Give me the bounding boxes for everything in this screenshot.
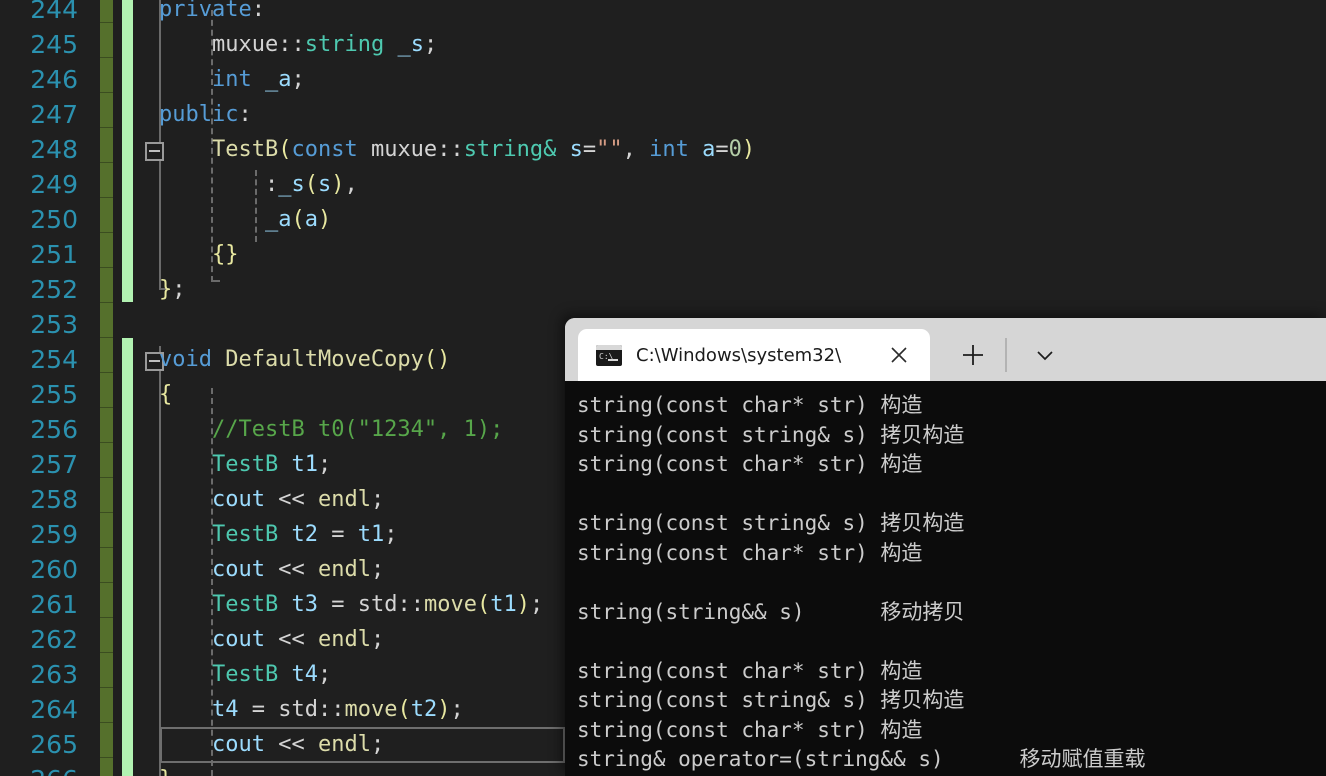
line-number: 261 (30, 590, 78, 619)
code-line[interactable]: cout << endl; (159, 552, 384, 587)
code-line[interactable]: } (159, 762, 172, 776)
code-line[interactable]: //TestB t0("1234", 1); (159, 412, 503, 447)
terminal-line: string(const char* str) 构造 (577, 658, 923, 683)
line-number: 246 (30, 65, 78, 94)
line-number: 264 (30, 695, 78, 724)
line-number: 265 (30, 730, 78, 759)
change-bar-saved (122, 0, 133, 302)
code-line[interactable]: int _a; (159, 62, 305, 97)
terminal-line: string(const char* str) 构造 (577, 717, 923, 742)
line-number: 259 (30, 520, 78, 549)
line-number: 249 (30, 170, 78, 199)
line-number: 263 (30, 660, 78, 689)
code-line[interactable]: t4 = std::move(t2); (159, 692, 464, 727)
terminal-line: string& operator=(string&& s) 移动赋值重载 (577, 747, 1146, 771)
terminal-line: string(string&& s) 移动拷贝 (577, 599, 965, 624)
line-number: 250 (30, 205, 78, 234)
line-number: 254 (30, 345, 78, 374)
screen: 244 245 246 247 248 249 250 251 252 253 … (0, 0, 1326, 776)
line-number: 258 (30, 485, 78, 514)
selection-margin[interactable] (100, 0, 113, 776)
code-line[interactable]: { (159, 377, 172, 412)
code-line[interactable]: {} (159, 237, 239, 272)
code-line[interactable]: void DefaultMoveCopy() (159, 342, 450, 377)
line-number: 252 (30, 275, 78, 304)
code-line[interactable]: TestB t2 = t1; (159, 517, 397, 552)
code-line[interactable]: TestB(const muxue::string& s="", int a=0… (159, 132, 755, 167)
terminal-line: string(const string& s) 拷贝构造 (577, 688, 965, 712)
line-number: 248 (30, 135, 78, 164)
terminal-tab-title: C:\Windows\system32\cmd.e (636, 344, 842, 366)
toolbar-divider (1005, 338, 1007, 372)
terminal-output[interactable]: string(const char* str) 构造 string(const … (565, 381, 1326, 776)
line-number: 256 (30, 415, 78, 444)
terminal-line: string(const char* str) 构造 (577, 540, 923, 565)
code-line[interactable]: _a(a) (159, 202, 331, 237)
line-number: 255 (30, 380, 78, 409)
line-number-gutter: 244 245 246 247 248 249 250 251 252 253 … (0, 0, 86, 776)
terminal-line: string(const string& s) 拷贝构造 (577, 511, 965, 535)
code-line[interactable]: public: (159, 97, 252, 132)
close-icon[interactable] (886, 342, 912, 368)
terminal-line: string(const char* str) 构造 (577, 393, 923, 417)
terminal-window[interactable]: C:\ C:\Windows\system32\cmd.e (565, 318, 1326, 776)
chevron-down-icon[interactable] (1027, 337, 1063, 373)
terminal-line: string(const string& s) 拷贝构造 (577, 422, 965, 447)
line-number: 247 (30, 100, 78, 129)
terminal-line: string(const char* str) 构造 (577, 452, 923, 476)
code-line[interactable]: }; (159, 272, 186, 307)
code-line[interactable]: :_s(s), (159, 167, 358, 202)
code-line[interactable]: TestB t1; (159, 447, 331, 482)
code-line[interactable]: cout << endl; (159, 482, 384, 517)
new-tab-icon[interactable] (955, 337, 991, 373)
code-line[interactable]: TestB t4; (159, 657, 331, 692)
code-line[interactable]: private: (159, 0, 265, 27)
line-number: 245 (30, 30, 78, 59)
line-number: 262 (30, 625, 78, 654)
cmd-console-icon: C:\ (596, 344, 622, 366)
code-line[interactable]: muxue::string _s; (159, 27, 437, 62)
code-line[interactable]: cout << endl; (159, 727, 384, 762)
terminal-tab[interactable]: C:\ C:\Windows\system32\cmd.e (578, 329, 930, 381)
line-number: 251 (30, 240, 78, 269)
line-number: 266 (30, 762, 78, 776)
change-bar-saved (122, 338, 133, 776)
terminal-tab-bar: C:\ C:\Windows\system32\cmd.e (565, 318, 1326, 381)
line-number: 253 (30, 310, 78, 339)
code-line[interactable]: TestB t3 = std::move(t1); (159, 587, 543, 622)
code-line[interactable]: cout << endl; (159, 622, 384, 657)
line-number: 244 (30, 0, 78, 24)
line-number: 260 (30, 555, 78, 584)
line-number: 257 (30, 450, 78, 479)
